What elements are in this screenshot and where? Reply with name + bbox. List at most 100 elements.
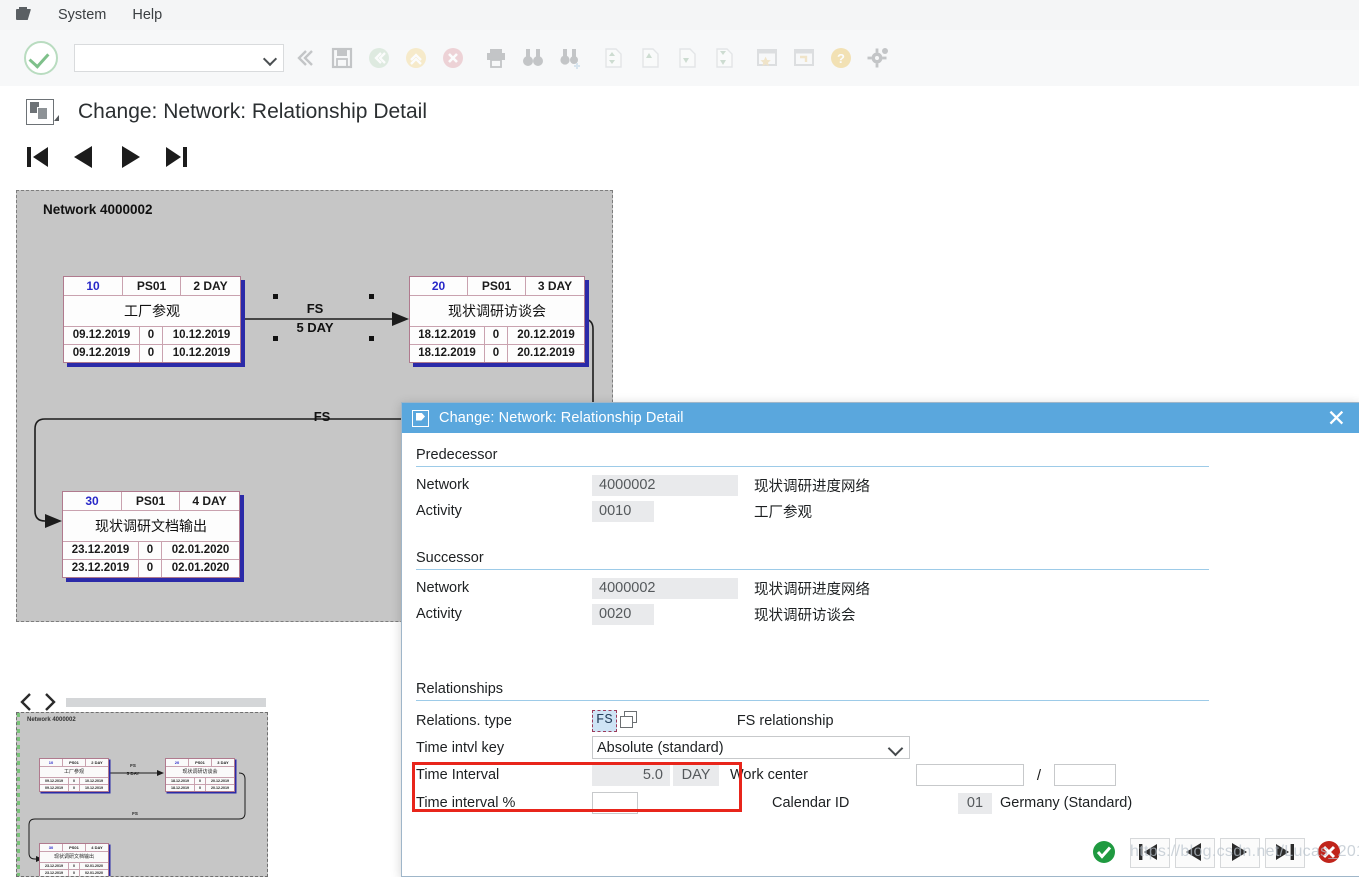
activity-node-10-late-float: 0: [139, 345, 162, 362]
overview-node-20-late-float: 0: [194, 785, 205, 791]
last-button[interactable]: [1265, 838, 1305, 868]
work-center-plant-input[interactable]: [1054, 764, 1116, 786]
print-icon[interactable]: [480, 41, 512, 75]
customize-icon[interactable]: [862, 41, 894, 75]
previous-button[interactable]: [1175, 838, 1215, 868]
overview-node-30-early-float: 0: [68, 863, 79, 869]
next-page-icon[interactable]: [671, 41, 703, 75]
find-icon[interactable]: [517, 41, 549, 75]
activity-node-30-late-finish: 02.01.2020: [161, 560, 239, 577]
next-button[interactable]: [1220, 838, 1260, 868]
time-intvl-key-select[interactable]: Absolute (standard): [592, 736, 910, 759]
previous-relationship-button[interactable]: [68, 142, 114, 180]
create-session-icon[interactable]: [751, 41, 783, 75]
transaction-icon[interactable]: [26, 99, 60, 125]
activity-node-30-workcenter: PS01: [121, 492, 179, 510]
dialog-title-bar[interactable]: Change: Network: Relationship Detail ✕: [402, 403, 1359, 433]
overview-node-10-late-finish: 10.12.2019: [79, 785, 108, 791]
enter-icon[interactable]: [24, 41, 58, 75]
overview-node-30[interactable]: 30 PS01 4 DAY 现状调研文档输出 23.12.2019 0 02.0…: [39, 843, 109, 876]
activity-node-30-early-finish: 02.01.2020: [161, 542, 239, 559]
overview-node-10[interactable]: 10 PS01 2 DAY 工厂参观 09.12.2019 0 10.12.20…: [39, 758, 109, 792]
overview-node-20[interactable]: 20 PS01 3 DAY 现状调研访谈会 18.12.2019 0 20.12…: [165, 758, 235, 792]
exit-icon[interactable]: [363, 41, 395, 75]
overview-node-10-id: 10: [48, 760, 54, 765]
chevron-left-icon[interactable]: [16, 691, 38, 713]
first-page-icon[interactable]: [597, 41, 629, 75]
time-interval-input[interactable]: 5.0: [592, 764, 670, 786]
time-interval-unit[interactable]: DAY: [673, 764, 719, 786]
activity-node-10-early-float: 0: [139, 327, 162, 344]
activity-node-20-late-finish: 20.12.2019: [507, 345, 584, 362]
relations-type-input[interactable]: FS: [592, 709, 617, 732]
first-button[interactable]: [1130, 838, 1170, 868]
activity-node-30-late-float: 0: [138, 560, 161, 577]
command-input[interactable]: [78, 46, 257, 70]
overview-node-30-late-start: 23.12.2019: [45, 871, 63, 875]
menu-item-system[interactable]: System: [46, 4, 118, 26]
overview-scroll-track[interactable]: [66, 697, 266, 707]
overview-node-10-description: 工厂参观: [40, 767, 108, 778]
help-icon[interactable]: ?: [825, 41, 857, 75]
screen-title-bar: Change: Network: Relationship Detail: [0, 86, 1359, 139]
menu-item-help[interactable]: Help: [120, 4, 174, 26]
predecessor-group: Predecessor Network 4000002 现状调研进度网络 Act…: [416, 447, 1209, 524]
activity-node-10-id: 10: [86, 279, 100, 293]
activity-node-30-late-start: 23.12.2019: [71, 562, 130, 574]
relationships-group: Relationships Relations. type FS FS rela…: [416, 681, 1209, 817]
matchcode-icon[interactable]: [619, 710, 640, 731]
last-relationship-button[interactable]: [160, 142, 206, 180]
edge-handle[interactable]: [369, 336, 374, 341]
activity-node-30-early-float: 0: [138, 542, 161, 559]
successor-network-row: Network 4000002 现状调研进度网络: [416, 575, 1209, 601]
edge-handle[interactable]: [273, 336, 278, 341]
overview-node-30-id: 30: [48, 845, 54, 850]
stop-icon[interactable]: [437, 41, 469, 75]
edge-handle[interactable]: [369, 294, 374, 299]
cancel-button[interactable]: [1310, 838, 1350, 868]
time-interval-label: Time Interval: [416, 767, 500, 783]
activity-node-20[interactable]: 20 PS01 3 DAY 现状调研访谈会 18.12.2019 0 20.12…: [409, 276, 585, 363]
activity-node-10-late-start: 09.12.2019: [72, 347, 131, 359]
activity-node-20-late-float: 0: [484, 345, 507, 362]
overview-node-20-late-finish: 20.12.2019: [205, 785, 234, 791]
activity-node-30-early-start: 23.12.2019: [71, 544, 130, 556]
last-page-icon[interactable]: [708, 41, 740, 75]
previous-page-icon[interactable]: [634, 41, 666, 75]
close-icon[interactable]: ✕: [1327, 406, 1346, 430]
predecessor-network-value[interactable]: 4000002: [592, 474, 738, 496]
sap-logo-icon: [14, 6, 36, 24]
chevron-down-icon[interactable]: [257, 46, 283, 70]
work-center-input[interactable]: [916, 764, 1024, 786]
cancel-up-icon[interactable]: [400, 41, 432, 75]
activity-node-30-id: 30: [85, 494, 99, 508]
activity-node-10[interactable]: 10 PS01 2 DAY 工厂参观 09.12.2019 0 10.12.20…: [63, 276, 241, 363]
command-field[interactable]: [74, 44, 284, 72]
activity-node-30[interactable]: 30 PS01 4 DAY 现状调研文档输出 23.12.2019 0 02.0…: [62, 491, 240, 578]
edge-label-interval-1: 5 DAY: [296, 320, 334, 335]
first-relationship-button[interactable]: [22, 142, 68, 180]
back-icon[interactable]: [289, 41, 321, 75]
time-interval-pct-row: Time interval % Calendar ID 01 Germany (…: [416, 789, 1209, 817]
successor-activity-value[interactable]: 0020: [592, 603, 654, 625]
calendar-id-value[interactable]: 01: [958, 792, 992, 814]
overview-node-30-description: 现状调研文档输出: [40, 852, 108, 863]
create-shortcut-icon[interactable]: [788, 41, 820, 75]
chevron-right-icon[interactable]: [38, 691, 60, 713]
work-center-label: Work center: [730, 767, 808, 783]
activity-node-20-late-start: 18.12.2019: [418, 347, 476, 359]
find-next-icon[interactable]: [554, 41, 586, 75]
time-intvl-key-select-wrap[interactable]: Absolute (standard): [592, 736, 910, 759]
continue-button[interactable]: [1085, 838, 1125, 868]
successor-network-value[interactable]: 4000002: [592, 577, 738, 599]
predecessor-activity-value[interactable]: 0010: [592, 500, 654, 522]
next-relationship-button[interactable]: [114, 142, 160, 180]
dialog-body: Predecessor Network 4000002 现状调研进度网络 Act…: [402, 433, 1359, 876]
overview-scroll-bar[interactable]: [16, 690, 266, 714]
save-icon[interactable]: [326, 41, 358, 75]
activity-node-20-workcenter: PS01: [467, 277, 525, 295]
edge-handle[interactable]: [273, 294, 278, 299]
network-overview-thumbnail[interactable]: Network 4000002 FS 5 DAY FS 10 PS01 2 DA…: [16, 712, 268, 877]
time-interval-pct-input[interactable]: [592, 792, 638, 814]
overview-node-20-description: 现状调研访谈会: [166, 767, 234, 778]
